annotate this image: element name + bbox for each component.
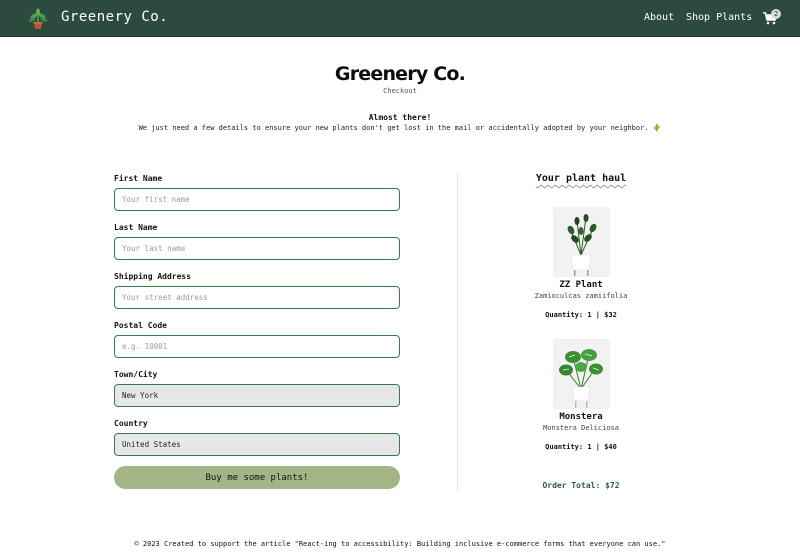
first-name-label: First Name — [114, 174, 163, 183]
country-label: Country — [114, 419, 148, 428]
buy-plants-button[interactable]: Buy me some plants! — [114, 466, 400, 489]
last-name-input[interactable] — [114, 237, 400, 260]
monstera-name: Monstera — [559, 412, 603, 422]
shipping-address-input[interactable] — [114, 286, 400, 309]
plant-logo-icon[interactable] — [28, 8, 48, 30]
first-name-input[interactable] — [114, 188, 400, 211]
town-city-label: Town/City — [114, 370, 158, 379]
zz-plant-latin-name: Zamioculcas zamiifolia — [534, 292, 628, 300]
monstera-quantity-price: Quantity: 1 | $40 — [545, 443, 617, 451]
zz-plant-name: ZZ Plant — [559, 280, 603, 290]
intro-heading: Almost there! — [368, 113, 432, 122]
brand-name[interactable]: Greenery Co. — [61, 9, 168, 25]
monstera-latin-name: Monstera Deliciosa — [543, 424, 619, 432]
zz-plant-quantity-price: Quantity: 1 | $32 — [545, 311, 617, 319]
postal-code-label: Postal Code — [114, 321, 167, 330]
shipping-address-label: Shipping Address — [114, 272, 192, 281]
zz-plant-image — [553, 207, 610, 277]
order-total: Order Total: $72 — [542, 481, 620, 490]
last-name-label: Last Name — [114, 223, 158, 232]
postal-code-input[interactable] — [114, 335, 400, 358]
plant-haul-title: Your plant haul — [535, 173, 627, 184]
monstera-image — [553, 339, 610, 409]
town-city-input[interactable] — [114, 384, 400, 407]
cart-count-badge: 2 — [771, 9, 781, 19]
nav-link-about[interactable]: About — [644, 12, 674, 23]
page-subtitle: Checkout — [383, 87, 417, 95]
nav-link-shop-plants[interactable]: Shop Plants — [686, 12, 752, 23]
intro-text: We just need a few details to ensure you… — [138, 124, 662, 132]
navbar: Greenery Co. About Shop Plants 2 — [0, 0, 800, 37]
page-title: Greenery Co. — [334, 63, 466, 85]
country-input[interactable] — [114, 433, 400, 456]
footer-text: © 2023 Created to support the article "R… — [134, 540, 666, 548]
